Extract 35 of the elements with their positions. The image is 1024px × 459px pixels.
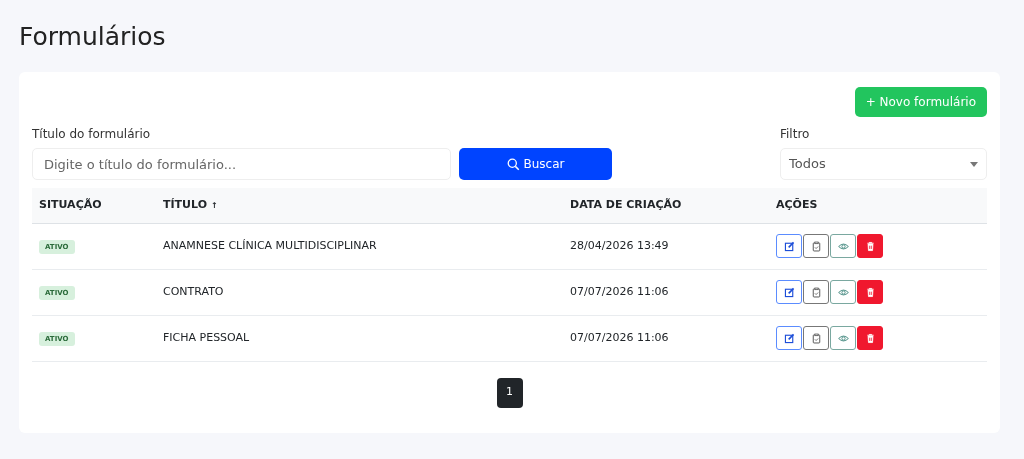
- edit-button[interactable]: [776, 326, 802, 350]
- clipboard-button[interactable]: [803, 326, 829, 350]
- table-cell: 28/04/2026 13:49: [563, 223, 769, 269]
- delete-button[interactable]: [857, 280, 883, 304]
- delete-button[interactable]: [857, 234, 883, 258]
- clipboard-button[interactable]: [803, 280, 829, 304]
- table-cell: 07/07/2026 11:06: [563, 269, 769, 315]
- clipboard-button[interactable]: [803, 234, 829, 258]
- table-cell: 07/07/2026 11:06: [563, 315, 769, 361]
- page-title: Formulários: [19, 22, 167, 52]
- table-cell: FICHA PESSOAL: [156, 315, 563, 361]
- field-label: Filtro: [780, 126, 811, 143]
- edit-button[interactable]: [776, 234, 802, 258]
- delete-button[interactable]: [857, 326, 883, 350]
- search-icon: [506, 157, 520, 171]
- table-cell: CONTRATO: [156, 269, 563, 315]
- caret-icon: [970, 161, 978, 167]
- view-button[interactable]: [830, 280, 856, 304]
- page-button[interactable]: 1: [496, 377, 523, 408]
- view-button[interactable]: [830, 234, 856, 258]
- pencil-icon: [782, 331, 796, 345]
- view-button[interactable]: [830, 326, 856, 350]
- pencil-icon: [782, 239, 796, 253]
- sort-arrow[interactable]: ↑: [211, 201, 218, 210]
- column-header: AÇÕES: [769, 188, 987, 223]
- column-header[interactable]: TÍTULO: [163, 198, 207, 211]
- column-header: SITUAÇÃO: [32, 188, 156, 223]
- search-field[interactable]: Digite o título do formulário...: [32, 148, 451, 180]
- search-button[interactable]: Buscar: [459, 148, 612, 180]
- table-cell: ANAMNESE CLÍNICA MULTIDISCIPLINAR: [156, 223, 563, 269]
- pencil-icon: [782, 285, 796, 299]
- column-header: DATA DE CRIAÇÃO: [563, 188, 769, 223]
- edit-button[interactable]: [776, 280, 802, 304]
- field-label: Título do formulário: [32, 126, 152, 143]
- filter-select[interactable]: Todos: [780, 148, 987, 180]
